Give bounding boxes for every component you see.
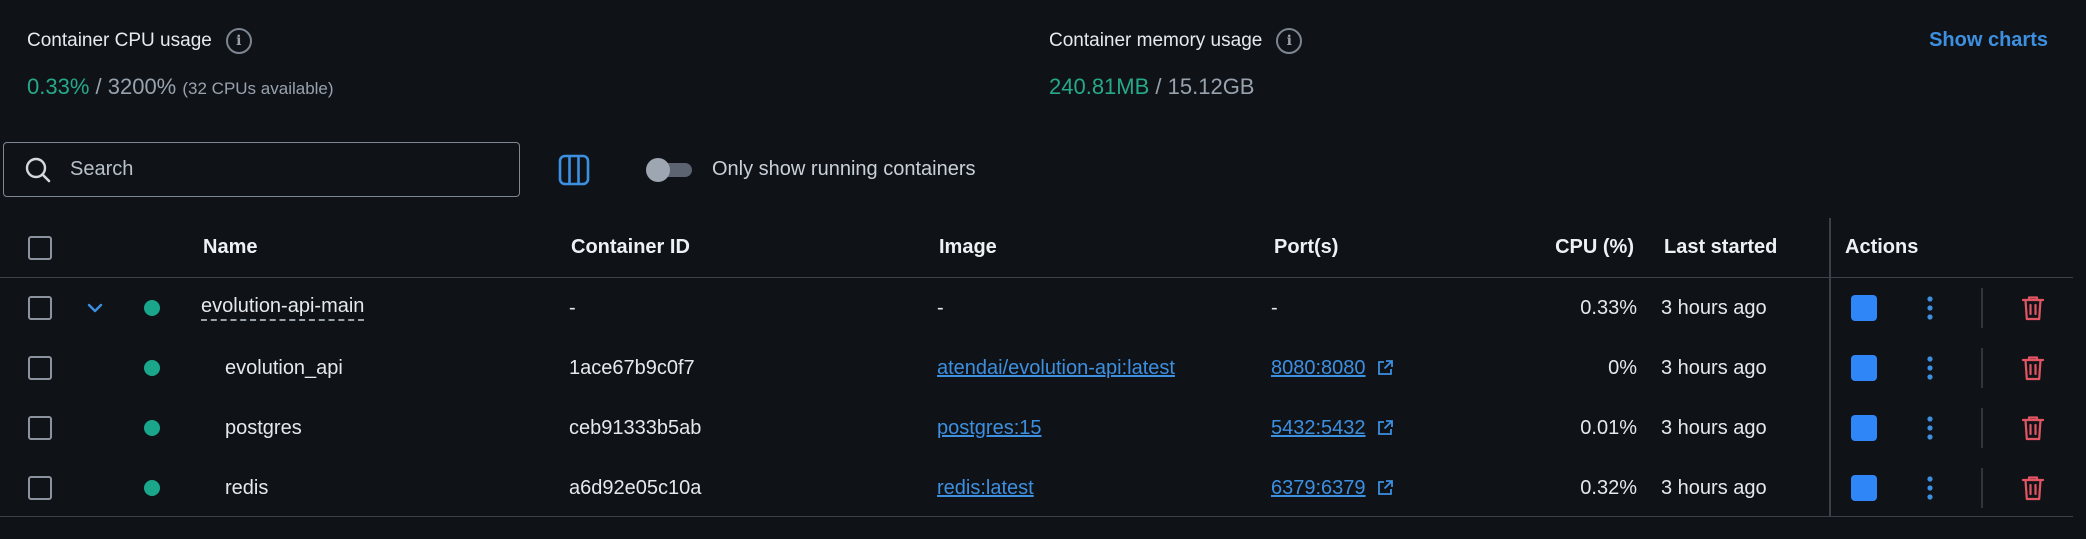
search-icon (25, 157, 51, 182)
header-container-id[interactable]: Container ID (571, 218, 690, 277)
memory-usage-value: 240.81MB / 15.12GB (1049, 74, 1302, 100)
container-id: a6d92e05c10a (569, 476, 702, 499)
container-name[interactable]: evolution_api (225, 338, 343, 398)
header-last-started[interactable]: Last started (1664, 218, 1777, 277)
header-name[interactable]: Name (203, 218, 257, 277)
kebab-menu-icon[interactable] (1915, 353, 1945, 383)
table-row[interactable]: evolution_api 1ace67b9c0f7 atendai/evolu… (0, 338, 2073, 398)
container-cpu: 0.01% (1580, 416, 1637, 439)
cpu-usage-stat: Container CPU usage i 0.33% / 3200% (32 … (27, 28, 334, 100)
row-checkbox[interactable] (28, 416, 52, 440)
status-running-indicator (144, 300, 160, 316)
port-link[interactable]: 6379:6379 (1271, 477, 1366, 500)
containers-table: Name Container ID Image Port(s) CPU (%) … (0, 218, 2073, 518)
trash-icon[interactable] (2018, 353, 2048, 383)
show-charts-link[interactable]: Show charts (1929, 29, 2048, 52)
cpu-note: (32 CPUs available) (182, 79, 334, 98)
columns-icon[interactable] (558, 154, 590, 186)
kebab-menu-icon[interactable] (1915, 473, 1945, 503)
chevron-down-icon[interactable] (85, 298, 105, 318)
trash-icon[interactable] (2018, 293, 2048, 323)
info-icon[interactable]: i (1276, 28, 1303, 54)
memory-usage-stat: Container memory usage i 240.81MB / 15.1… (1049, 28, 1303, 100)
external-link-icon[interactable] (1376, 359, 1394, 377)
container-id: 1ace67b9c0f7 (569, 356, 695, 379)
search-box[interactable] (3, 142, 520, 197)
image-link[interactable]: redis:latest (937, 477, 1034, 500)
container-id: ceb91333b5ab (569, 416, 702, 439)
stop-icon[interactable] (1851, 475, 1877, 501)
info-icon[interactable]: i (225, 28, 252, 54)
trash-icon[interactable] (2018, 413, 2048, 443)
action-divider (1981, 348, 1983, 388)
memory-total: 15.12GB (1167, 74, 1255, 99)
header-ports[interactable]: Port(s) (1274, 218, 1338, 277)
external-link-icon[interactable] (1376, 479, 1394, 497)
memory-usage-label: Container memory usage (1049, 30, 1263, 51)
running-only-label: Only show running containers (712, 158, 976, 180)
container-id: - (569, 296, 576, 319)
select-all-checkbox[interactable] (28, 235, 52, 260)
container-cpu: 0.33% (1580, 296, 1637, 319)
actions-column-divider (1829, 218, 1831, 516)
container-ports: - (1271, 296, 1278, 319)
port-link[interactable]: 5432:5432 (1271, 417, 1366, 440)
container-cpu: 0.32% (1580, 476, 1637, 499)
stop-icon[interactable] (1851, 295, 1877, 321)
stop-icon[interactable] (1851, 415, 1877, 441)
container-cpu: 0% (1608, 356, 1637, 379)
search-input[interactable] (70, 158, 470, 181)
port-link[interactable]: 8080:8080 (1271, 357, 1366, 380)
memory-used: 240.81MB (1049, 74, 1150, 99)
container-name[interactable]: redis (225, 458, 268, 518)
status-running-indicator (144, 480, 160, 496)
cpu-used: 0.33% (27, 74, 90, 99)
header-cpu[interactable]: CPU (%) (1500, 218, 1634, 277)
table-row[interactable]: evolution-api-main - - - 0.33% 3 hours a… (0, 278, 2073, 338)
container-name[interactable]: evolution-api-main (201, 295, 365, 321)
container-image: - (937, 296, 944, 319)
kebab-menu-icon[interactable] (1915, 413, 1945, 443)
container-last-started: 3 hours ago (1661, 296, 1767, 319)
status-running-indicator (144, 360, 160, 376)
header-image[interactable]: Image (939, 218, 997, 277)
stop-icon[interactable] (1851, 355, 1877, 381)
cpu-usage-label: Container CPU usage (27, 30, 212, 51)
kebab-menu-icon[interactable] (1915, 293, 1945, 323)
action-divider (1981, 288, 1983, 328)
trash-icon[interactable] (2018, 473, 2048, 503)
container-name[interactable]: postgres (225, 398, 302, 458)
toggle-knob (646, 158, 670, 182)
table-row[interactable]: postgres ceb91333b5ab postgres:15 5432:5… (0, 398, 2073, 458)
image-link[interactable]: atendai/evolution-api:latest (937, 357, 1175, 380)
table-header: Name Container ID Image Port(s) CPU (%) … (0, 218, 2073, 278)
table-bottom-border (0, 516, 2073, 517)
header-actions: Actions (1845, 236, 1919, 258)
container-last-started: 3 hours ago (1661, 416, 1767, 439)
container-last-started: 3 hours ago (1661, 476, 1767, 499)
action-divider (1981, 468, 1983, 508)
row-checkbox[interactable] (28, 476, 52, 500)
cpu-separator: / (89, 74, 108, 99)
containers-view: Container CPU usage i 0.33% / 3200% (32 … (0, 0, 2086, 539)
row-checkbox[interactable] (28, 296, 52, 320)
container-last-started: 3 hours ago (1661, 356, 1767, 379)
image-link[interactable]: postgres:15 (937, 417, 1042, 440)
cpu-total: 3200% (107, 74, 177, 99)
table-row[interactable]: redis a6d92e05c10a redis:latest 6379:637… (0, 458, 2073, 518)
memory-separator: / (1149, 74, 1168, 99)
running-only-toggle[interactable] (646, 158, 692, 182)
action-divider (1981, 408, 1983, 448)
cpu-usage-value: 0.33% / 3200% (32 CPUs available) (27, 74, 334, 100)
row-checkbox[interactable] (28, 356, 52, 380)
status-running-indicator (144, 420, 160, 436)
external-link-icon[interactable] (1376, 419, 1394, 437)
